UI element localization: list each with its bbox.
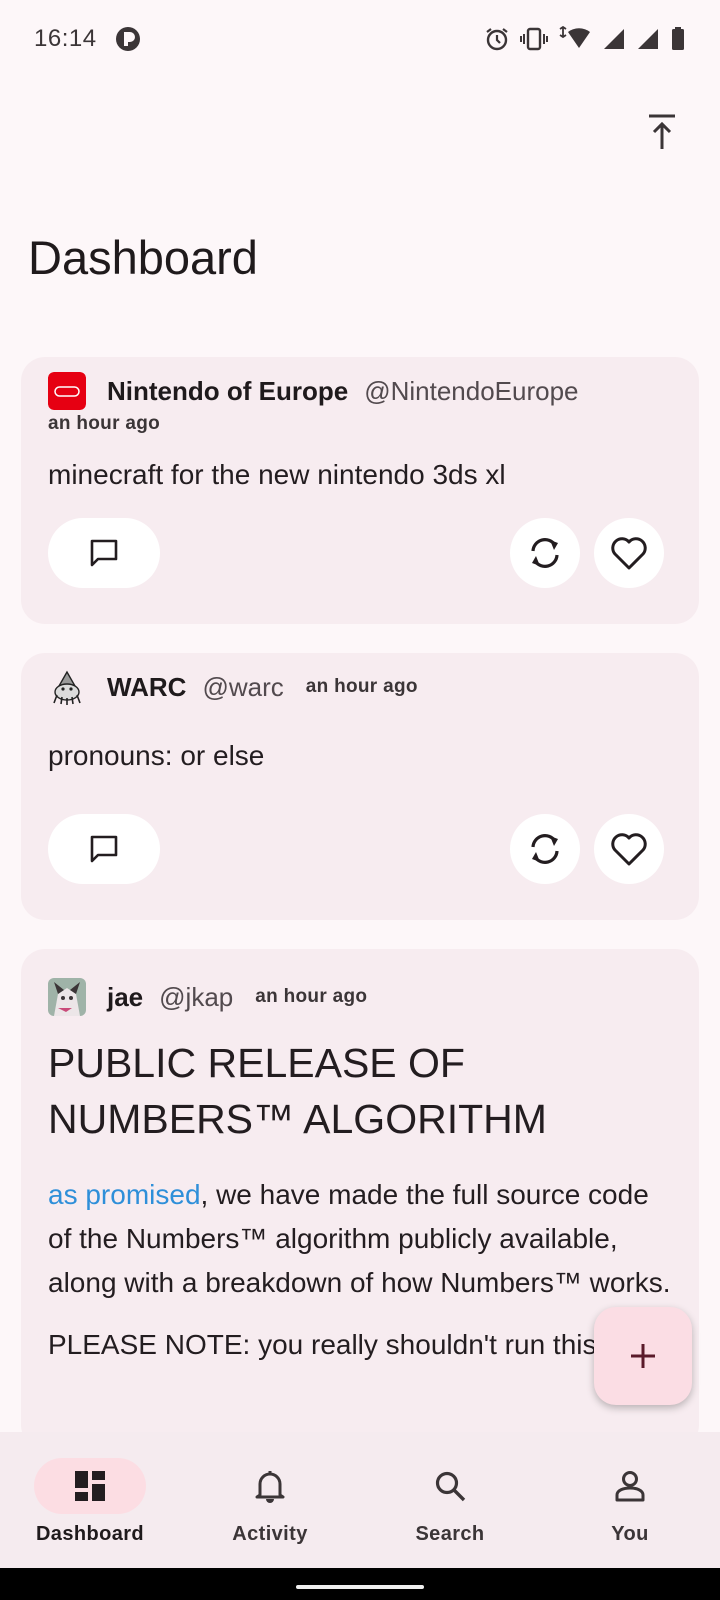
post-time: an hour ago xyxy=(255,986,368,1007)
like-button[interactable] xyxy=(594,814,664,884)
author-name[interactable]: Nintendo of Europe xyxy=(107,376,348,407)
nav-icon-wrap xyxy=(574,1458,686,1514)
nav-icon-wrap xyxy=(214,1458,326,1514)
heart-icon xyxy=(611,833,647,866)
search-icon xyxy=(435,1471,466,1502)
comment-icon xyxy=(90,539,118,567)
status-icons xyxy=(484,26,686,52)
comment-icon xyxy=(90,835,118,863)
author-handle[interactable]: @warc xyxy=(202,672,283,703)
reply-button[interactable] xyxy=(48,518,160,588)
repost-icon xyxy=(531,538,559,568)
post-body: pronouns: or else xyxy=(48,740,265,771)
nav-dashboard[interactable]: Dashboard xyxy=(0,1458,180,1558)
nav-label: Activity xyxy=(232,1523,308,1545)
nav-label: Search xyxy=(415,1523,485,1545)
avatar[interactable] xyxy=(48,668,86,706)
post-header: Nintendo of Europe @NintendoEurope xyxy=(48,371,672,411)
signal-icon-2 xyxy=(638,29,658,49)
like-button[interactable] xyxy=(594,518,664,588)
home-indicator[interactable] xyxy=(296,1585,424,1589)
avatar[interactable] xyxy=(48,372,86,410)
page-title: Dashboard xyxy=(28,231,258,284)
status-time: 16:14 xyxy=(34,25,97,52)
post-body: as promised, we have made the full sourc… xyxy=(48,1173,672,1305)
dashboard-icon xyxy=(75,1471,105,1501)
warc-avatar-icon xyxy=(48,668,86,706)
post-headline: PUBLIC RELEASE OF NUMBERS™ ALGORITHM xyxy=(48,1040,547,1142)
reblog-button[interactable] xyxy=(510,814,580,884)
nav-active-indicator xyxy=(34,1458,146,1514)
wifi-icon xyxy=(559,26,590,48)
nav-search[interactable]: Search xyxy=(360,1458,540,1558)
post-card[interactable]: WARC @warc an hour ago pronouns: or else xyxy=(21,653,699,920)
author-name[interactable]: WARC xyxy=(107,672,186,703)
post-header: jae @jkap an hour ago xyxy=(48,977,672,1017)
jae-avatar-icon xyxy=(48,978,86,1016)
post-time: an hour ago xyxy=(48,413,161,434)
nav-label: Dashboard xyxy=(35,1523,145,1545)
bell-icon xyxy=(255,1471,285,1503)
nav-icon-wrap xyxy=(394,1458,506,1514)
system-nav-bar xyxy=(0,1568,720,1600)
post-note: PLEASE NOTE: you really shouldn't run th… xyxy=(48,1329,597,1360)
post-time: an hour ago xyxy=(305,676,418,697)
author-handle[interactable]: @jkap xyxy=(159,982,233,1013)
reblog-button[interactable] xyxy=(510,518,580,588)
reply-button[interactable] xyxy=(48,814,160,884)
battery-icon xyxy=(672,27,684,50)
nav-label: You xyxy=(611,1523,649,1545)
avatar[interactable] xyxy=(48,978,86,1016)
app-notification-icon xyxy=(115,27,140,51)
scroll-to-top-icon xyxy=(649,114,675,149)
post-header: WARC @warc an hour ago xyxy=(48,667,672,707)
vibrate-icon xyxy=(520,27,548,51)
post-actions xyxy=(48,814,664,884)
nintendo-logo-icon xyxy=(48,372,86,410)
new-post-button[interactable] xyxy=(594,1307,692,1405)
person-icon xyxy=(615,1471,645,1502)
post-link[interactable]: as promised xyxy=(48,1179,201,1210)
author-name[interactable]: jae xyxy=(107,982,143,1013)
nav-activity[interactable]: Activity xyxy=(180,1458,360,1558)
heart-icon xyxy=(611,537,647,570)
nav-you[interactable]: You xyxy=(540,1458,720,1558)
alarm-icon xyxy=(486,28,508,51)
scroll-to-top-button[interactable] xyxy=(642,112,682,152)
status-bar: 16:14 xyxy=(0,0,720,78)
repost-icon xyxy=(531,834,559,864)
signal-icon xyxy=(604,29,624,49)
post-actions xyxy=(48,518,664,588)
post-body: minecraft for the new nintendo 3ds xl xyxy=(48,459,506,490)
post-card[interactable]: Nintendo of Europe @NintendoEurope an ho… xyxy=(21,357,699,624)
author-handle[interactable]: @NintendoEurope xyxy=(364,376,578,407)
plus-icon xyxy=(631,1344,655,1368)
